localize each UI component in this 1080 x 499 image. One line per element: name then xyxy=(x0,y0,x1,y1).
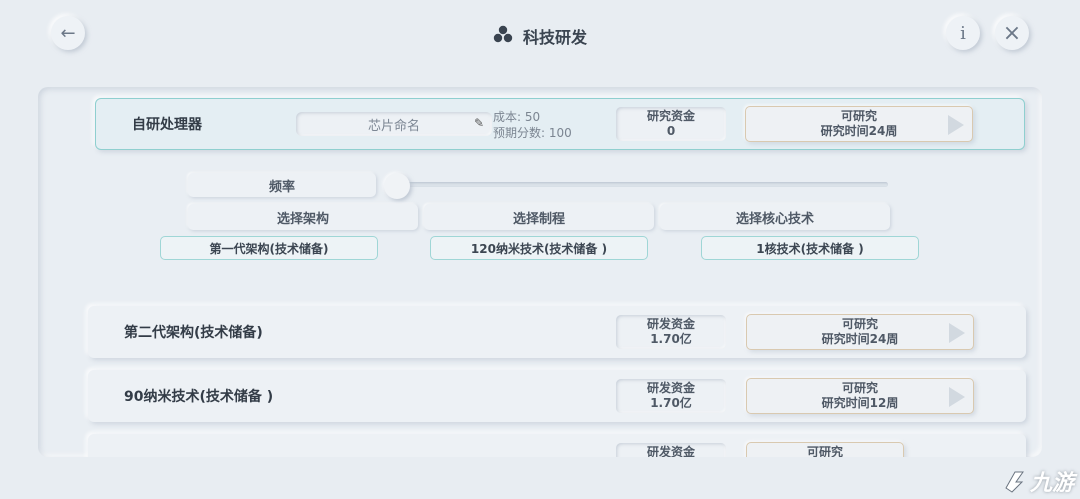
play-icon xyxy=(949,323,965,343)
process-option-value: 120纳米技术(技术储备 ) xyxy=(470,241,608,256)
research-status: 可研究 xyxy=(806,445,843,457)
chip-name-placeholder: 芯片命名 xyxy=(367,118,420,134)
research-status: 可研究 xyxy=(841,317,878,331)
research-start-button[interactable]: 可研究 xyxy=(746,442,904,457)
research-fund-value: 1.70亿 xyxy=(650,396,692,410)
research-time: 研究时间12周 xyxy=(821,396,899,410)
chip-expected-score: 预期分数: 100 xyxy=(493,126,572,140)
research-status: 可研究 xyxy=(841,381,878,395)
research-panel: 自研处理器 芯片命名 ✎ 成本: 50 预期分数: 100 研究资金 0 可研究… xyxy=(38,87,1042,457)
select-architecture-label: 选择架构 xyxy=(276,211,329,227)
chip-design-row: 自研处理器 芯片命名 ✎ 成本: 50 预期分数: 100 研究资金 0 可研究… xyxy=(95,98,1025,150)
chip-fund-label: 研究资金 xyxy=(646,109,695,123)
frequency-label: 频率 xyxy=(188,173,376,197)
nine-game-logo-icon xyxy=(1005,471,1024,493)
research-fund-box: 研发资金 1.70亿 xyxy=(616,379,726,413)
research-cluster-icon xyxy=(493,25,513,47)
process-option[interactable]: 120纳米技术(技术储备 ) xyxy=(430,236,648,260)
research-fund-label: 研发资金 xyxy=(646,381,695,395)
chip-title: 自研处理器 xyxy=(132,117,202,133)
chip-research-status: 可研究 xyxy=(840,109,877,123)
select-core-label: 选择核心技术 xyxy=(735,211,814,227)
core-option[interactable]: 1核技术(技术储备 ) xyxy=(701,236,919,260)
chip-name-input[interactable]: 芯片命名 ✎ xyxy=(296,112,492,136)
chip-research-time: 研究时间24周 xyxy=(820,124,898,138)
chip-cost: 成本: 50 xyxy=(493,110,541,124)
select-core-header: 选择核心技术 xyxy=(660,204,890,230)
research-fund-label: 研发资金 xyxy=(646,445,695,457)
research-start-button[interactable]: 可研究 研究时间24周 xyxy=(746,314,974,350)
architecture-option[interactable]: 第一代架构(技术储备) xyxy=(160,236,378,260)
research-fund-label: 研发资金 xyxy=(646,317,695,331)
research-start-button[interactable]: 可研究 研究时间12周 xyxy=(746,378,974,414)
chip-research-button[interactable]: 可研究 研究时间24周 xyxy=(745,106,973,142)
play-icon xyxy=(948,115,964,135)
select-process-label: 选择制程 xyxy=(512,211,565,227)
research-item-row: 90纳米技术(技术储备 ) 研发资金 1.70亿 可研究 研究时间12周 xyxy=(88,370,1026,422)
close-icon: × xyxy=(1002,20,1022,46)
frequency-label-text: 频率 xyxy=(268,179,295,195)
chip-cost-info: 成本: 50 预期分数: 100 xyxy=(493,109,572,141)
select-process-header: 选择制程 xyxy=(424,204,654,230)
research-item-name: 第二代架构(技术储备) xyxy=(124,325,263,341)
info-button[interactable]: i xyxy=(946,16,980,50)
play-icon xyxy=(949,387,965,407)
page-title: 科技研发 xyxy=(522,28,587,47)
chip-fund-value: 0 xyxy=(666,124,676,138)
research-item-name: 90纳米技术(技术储备 ) xyxy=(124,389,274,405)
pencil-icon: ✎ xyxy=(473,116,484,130)
research-fund-value: 1.70亿 xyxy=(650,332,692,346)
watermark-logo: 九游 xyxy=(1002,465,1074,497)
research-item-row: 研发资金 可研究 xyxy=(88,434,1026,457)
core-option-value: 1核技术(技术储备 ) xyxy=(756,241,864,256)
frequency-slider-track[interactable] xyxy=(390,182,888,187)
chip-fund-box: 研究资金 0 xyxy=(616,107,726,141)
frequency-slider-thumb[interactable] xyxy=(384,173,410,199)
info-icon: i xyxy=(960,22,966,44)
select-architecture-header: 选择架构 xyxy=(188,204,418,230)
research-item-row: 第二代架构(技术储备) 研发资金 1.70亿 可研究 研究时间24周 xyxy=(88,306,1026,358)
research-fund-box: 研发资金 xyxy=(616,443,726,457)
architecture-option-value: 第一代架构(技术储备) xyxy=(209,241,329,256)
page-header: 科技研发 xyxy=(0,22,1080,50)
research-fund-box: 研发资金 1.70亿 xyxy=(616,315,726,349)
research-time: 研究时间24周 xyxy=(821,332,899,346)
close-button[interactable]: × xyxy=(995,16,1029,50)
watermark-text: 九游 xyxy=(1029,471,1074,496)
